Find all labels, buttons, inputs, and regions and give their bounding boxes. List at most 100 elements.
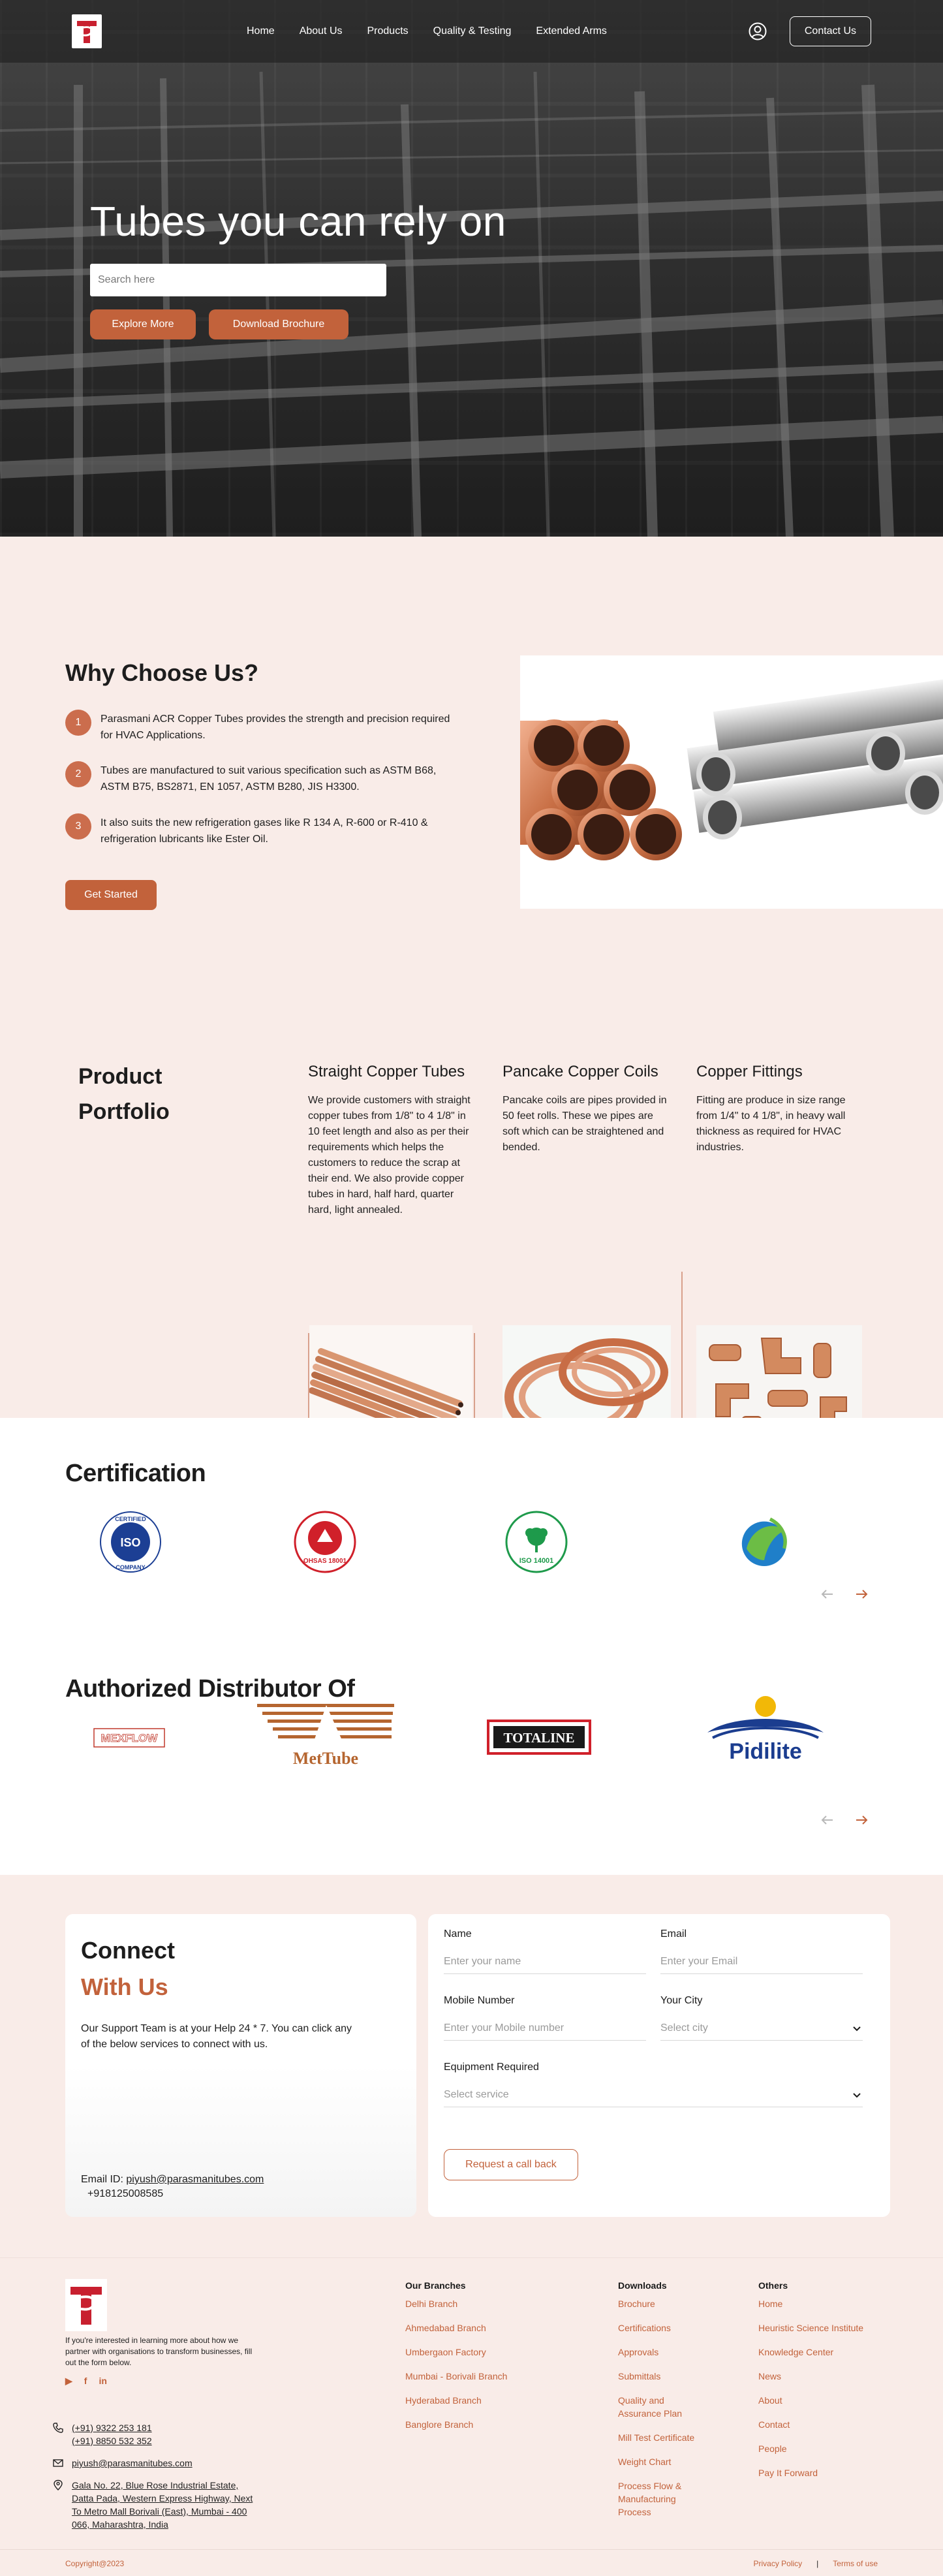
hero-search-input[interactable] <box>90 264 386 296</box>
product-title: Straight Copper Tubes <box>308 1063 465 1080</box>
email-link[interactable]: piyush@parasmanitubes.com <box>126 2174 264 2185</box>
product-description: We provide customers with straight coppe… <box>308 1095 471 1216</box>
branch-link[interactable]: Hyderabad Branch <box>405 2394 507 2407</box>
product-card-copper-fittings: Copper Fittings Fitting are produce in s… <box>696 1060 866 1155</box>
name-placeholder: Enter your name <box>444 1955 521 1967</box>
distributor-title: Authorized Distributor Of <box>65 1675 355 1703</box>
branch-link[interactable]: Mumbai - Borivali Branch <box>405 2370 507 2383</box>
download-brochure-button[interactable]: Download Brochure <box>209 309 348 339</box>
name-field: Name Enter your name <box>444 1928 646 1974</box>
mettube-logo: MetTube <box>257 1704 394 1768</box>
arrow-right-icon[interactable] <box>854 1812 869 1828</box>
mobile-field: Mobile Number Enter your Mobile number <box>444 1995 646 2041</box>
other-link[interactable]: Heuristic Science Institute <box>758 2321 863 2334</box>
phone-1[interactable]: (+91) 9322 253 181 <box>72 2421 152 2434</box>
totaline-logo: TOTALINE <box>487 1720 591 1755</box>
why-item: 3 It also suits the new refrigeration ga… <box>65 813 457 847</box>
certification-title: Certification <box>65 1460 206 1487</box>
downloads-title: Downloads <box>618 2280 667 2291</box>
download-link[interactable]: Mill Test Certificate <box>618 2431 696 2444</box>
email-field-label: Email <box>660 1928 687 1940</box>
city-placeholder: Select city <box>660 2022 708 2034</box>
product-card-straight-tubes: Straight Copper Tubes We provide custome… <box>308 1060 478 1218</box>
footer-others: Others Home Heuristic Science Institute … <box>758 2280 863 2490</box>
certification-carousel-controls <box>820 1586 869 1602</box>
mobile-input[interactable]: Enter your Mobile number <box>444 2016 646 2041</box>
svg-text:Pidilite: Pidilite <box>729 1739 801 1764</box>
legal-links: Privacy Policy | Terms of use <box>753 2559 878 2568</box>
email-placeholder: Enter your Email <box>660 1955 738 1967</box>
other-link[interactable]: People <box>758 2442 863 2455</box>
pidilite-logo: Pidilite <box>707 1696 824 1764</box>
product-description: Pancake coils are pipes provided in 50 f… <box>502 1095 667 1153</box>
user-account-icon[interactable] <box>748 22 767 41</box>
email-label: Email ID: <box>81 2174 123 2185</box>
youtube-icon[interactable]: ▶ <box>65 2376 72 2387</box>
branches-title: Our Branches <box>405 2280 466 2291</box>
nav-products[interactable]: Products <box>367 25 409 37</box>
download-link[interactable]: Approvals <box>618 2346 696 2359</box>
contact-us-button[interactable]: Contact Us <box>789 16 871 46</box>
callback-form: Name Enter your name Email Enter your Em… <box>428 1914 890 2217</box>
privacy-policy-link[interactable]: Privacy Policy <box>753 2559 802 2568</box>
step-number-badge: 1 <box>65 710 91 736</box>
arrow-left-icon[interactable] <box>820 1586 835 1602</box>
other-link[interactable]: Contact <box>758 2418 863 2431</box>
mobile-label: Mobile Number <box>444 1995 515 2006</box>
certification-section: Certification CERTIFIED ISO COMPANY OHSA… <box>0 1418 943 1659</box>
equipment-select[interactable]: Select service <box>444 2082 863 2107</box>
other-link[interactable]: Pay It Forward <box>758 2466 863 2479</box>
other-link[interactable]: News <box>758 2370 863 2383</box>
branch-link[interactable]: Umbergaon Factory <box>405 2346 507 2359</box>
explore-more-button[interactable]: Explore More <box>90 309 196 339</box>
name-input[interactable]: Enter your name <box>444 1949 646 1974</box>
footer-email: piyush@parasmanitubes.com <box>52 2457 193 2470</box>
logo-icon <box>77 21 97 43</box>
terms-of-use-link[interactable]: Terms of use <box>833 2559 878 2568</box>
mobile-placeholder: Enter your Mobile number <box>444 2022 564 2034</box>
hero-section: Home About Us Products Quality & Testing… <box>0 0 943 537</box>
branch-link[interactable]: Delhi Branch <box>405 2297 507 2310</box>
nav-quality-testing[interactable]: Quality & Testing <box>433 25 512 37</box>
get-started-button[interactable]: Get Started <box>65 880 157 910</box>
ohsas-18001-badge: OHSAS 18001 <box>294 1511 356 1573</box>
download-link[interactable]: Quality and Assurance Plan <box>618 2394 696 2420</box>
branch-link[interactable]: Banglore Branch <box>405 2418 507 2431</box>
top-navbar: Home About Us Products Quality & Testing… <box>0 0 943 63</box>
footer-email-link[interactable]: piyush@parasmanitubes.com <box>72 2457 193 2470</box>
product-card-pancake-coils: Pancake Copper Coils Pancake coils are p… <box>502 1060 672 1155</box>
why-item: 1 Parasmani ACR Copper Tubes provides th… <box>65 710 457 744</box>
connect-title: Connect With Us <box>81 1932 175 2005</box>
nav-about-us[interactable]: About Us <box>300 25 343 37</box>
nav-extended-arms[interactable]: Extended Arms <box>536 25 607 37</box>
other-link[interactable]: Home <box>758 2297 863 2310</box>
svg-text:ISO 14001: ISO 14001 <box>519 1557 554 1565</box>
brand-logo[interactable] <box>72 14 102 48</box>
download-link[interactable]: Submittals <box>618 2370 696 2383</box>
other-link[interactable]: Knowledge Center <box>758 2346 863 2359</box>
branch-link[interactable]: Ahmedabad Branch <box>405 2321 507 2334</box>
svg-text:ISO: ISO <box>120 1536 140 1549</box>
email-input[interactable]: Enter your Email <box>660 1949 863 1974</box>
city-field: Your City Select city <box>660 1995 863 2041</box>
city-select[interactable]: Select city <box>660 2016 863 2041</box>
linkedin-icon[interactable]: in <box>99 2376 106 2387</box>
why-title: Why Choose Us? <box>65 659 259 686</box>
download-link[interactable]: Process Flow & Manufacturing Process <box>618 2479 696 2519</box>
facebook-icon[interactable]: f <box>84 2376 87 2387</box>
why-item-text: Tubes are manufactured to suit various s… <box>100 765 437 793</box>
connect-title-line2: With Us <box>81 1973 168 2000</box>
svg-text:TOTALINE: TOTALINE <box>504 1730 575 1746</box>
arrow-right-icon[interactable] <box>854 1586 869 1602</box>
other-link[interactable]: About <box>758 2394 863 2407</box>
request-callback-button[interactable]: Request a call back <box>444 2149 578 2180</box>
nav-home[interactable]: Home <box>247 25 275 37</box>
download-link[interactable]: Certifications <box>618 2321 696 2334</box>
connect-phone[interactable]: +918125008585 <box>87 2188 163 2200</box>
arrow-left-icon[interactable] <box>820 1812 835 1828</box>
footer-logo[interactable] <box>65 2279 107 2331</box>
download-link[interactable]: Brochure <box>618 2297 696 2310</box>
download-link[interactable]: Weight Chart <box>618 2455 696 2468</box>
footer-address-text[interactable]: Gala No. 22, Blue Rose Industrial Estate… <box>72 2479 261 2531</box>
phone-2[interactable]: (+91) 8850 532 352 <box>72 2434 152 2447</box>
